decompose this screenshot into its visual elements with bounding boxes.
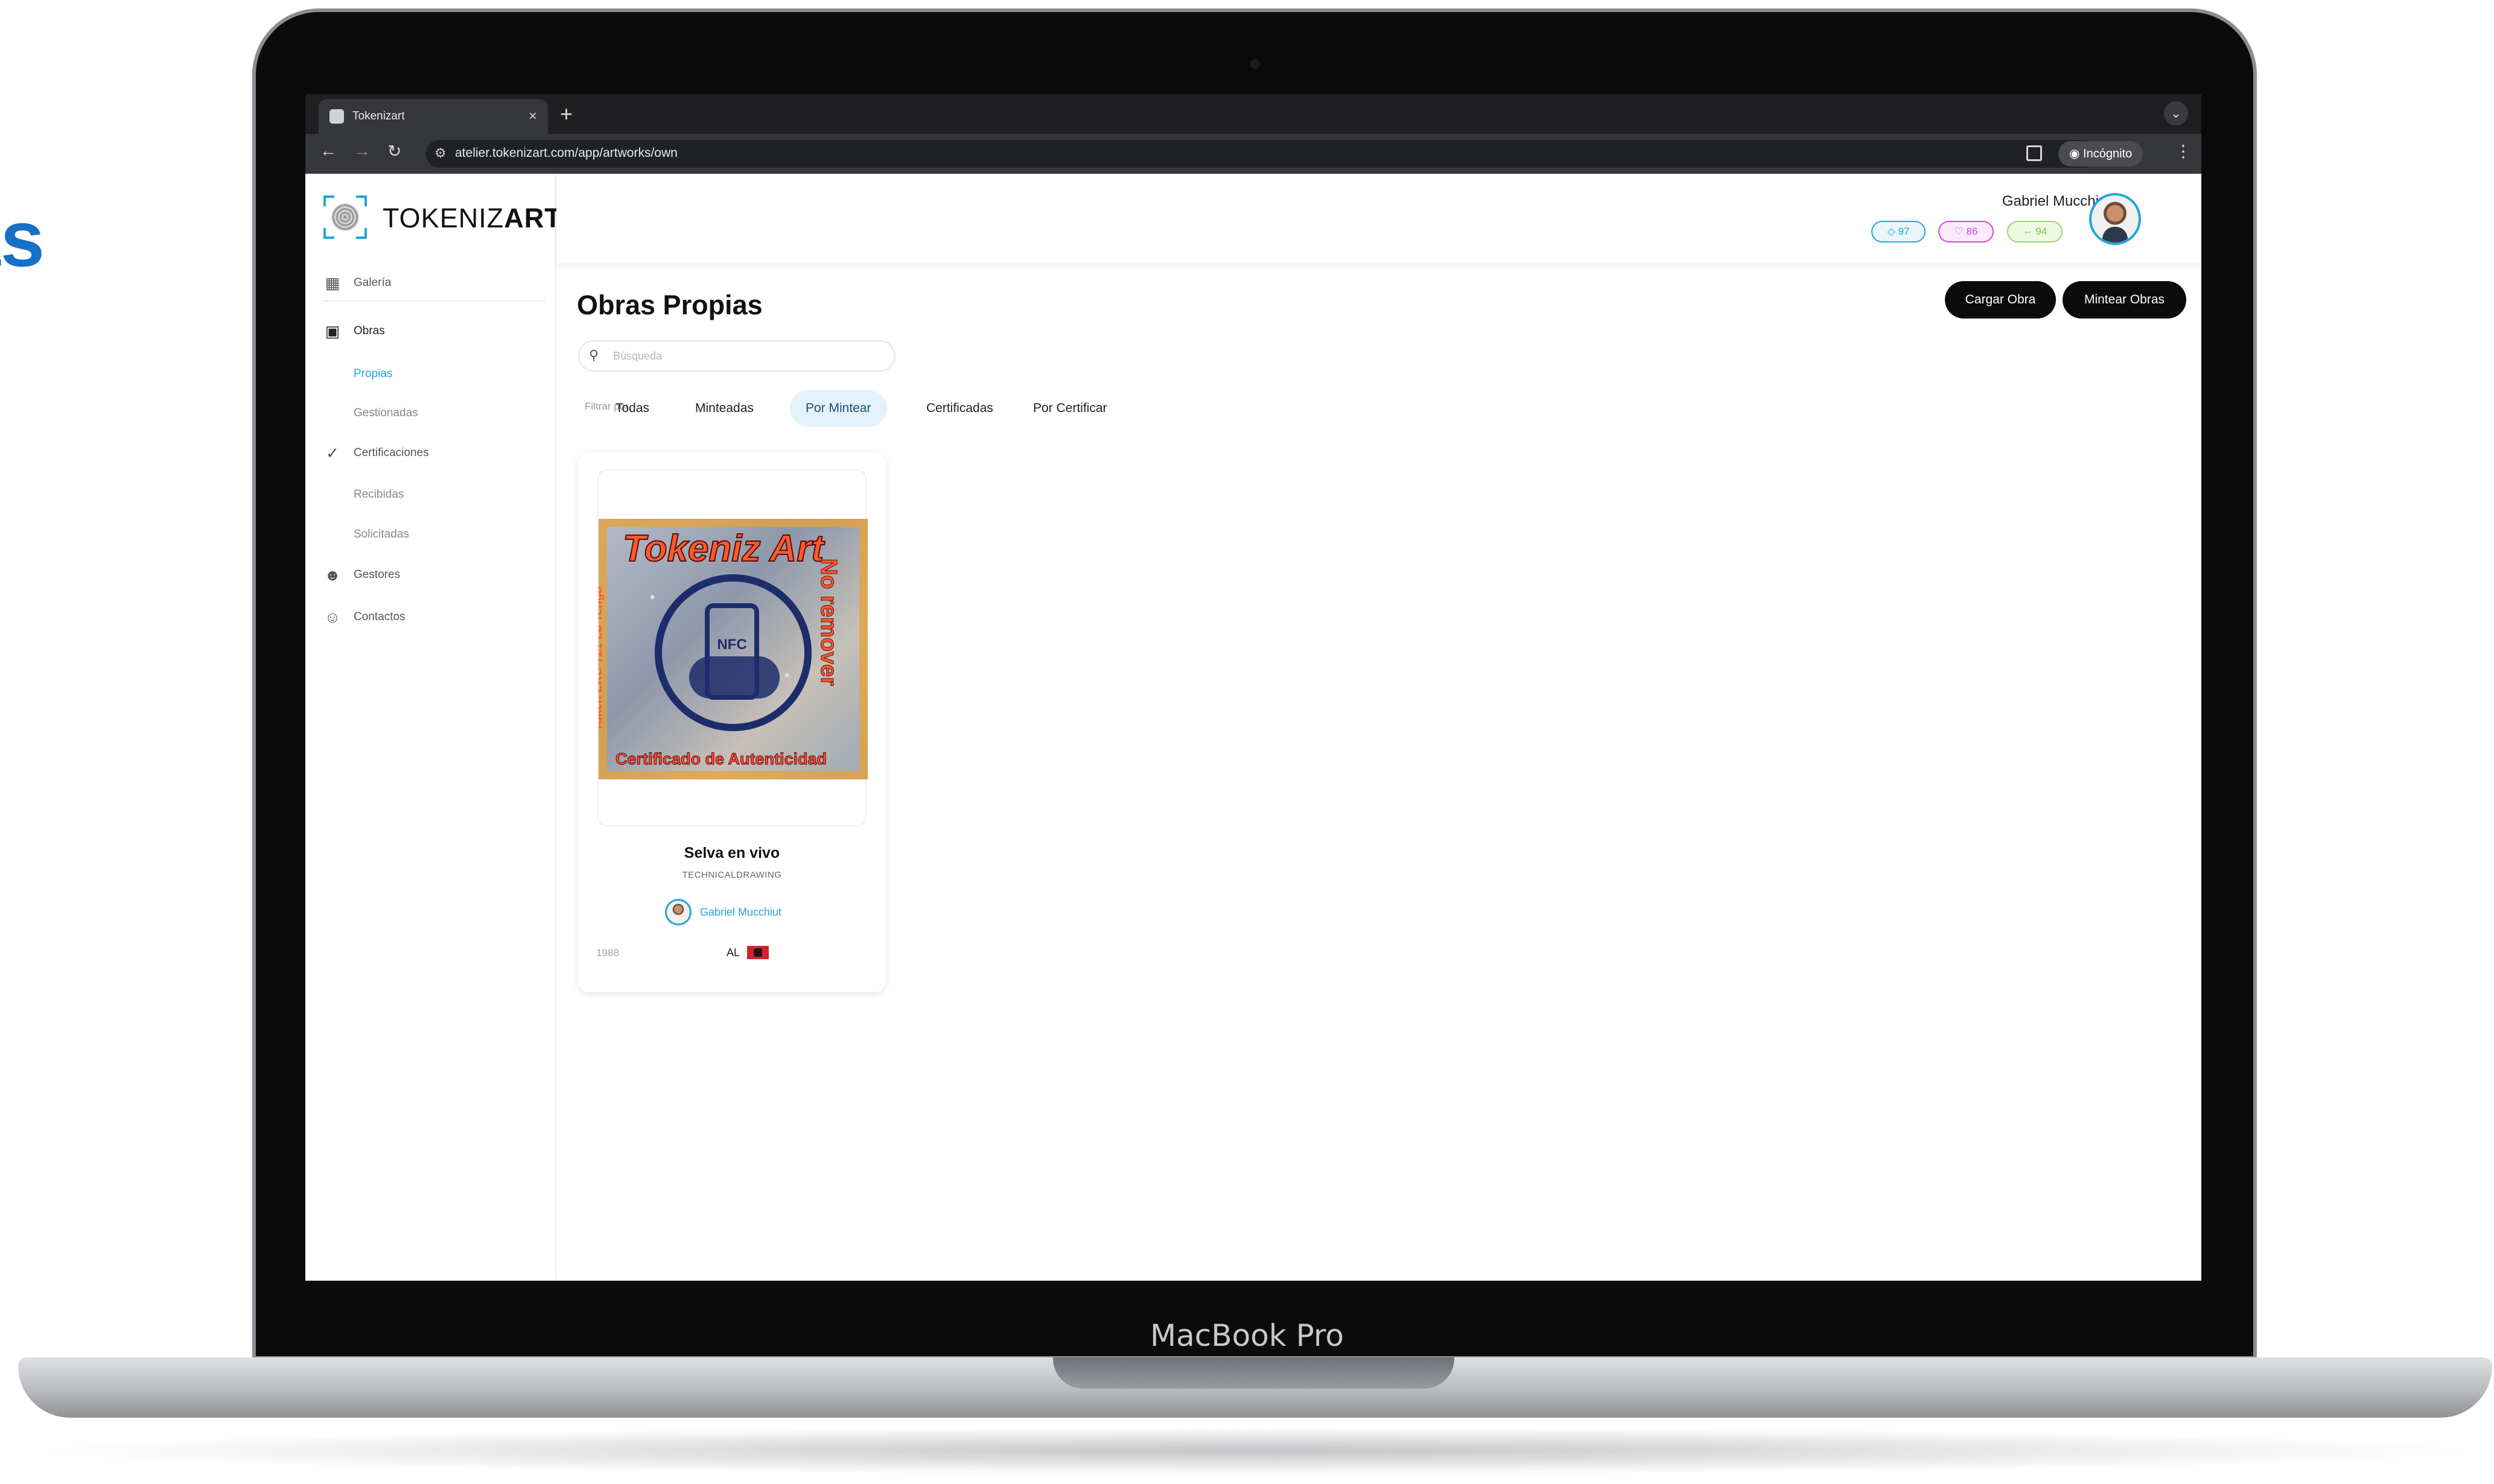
sidebar: TOKENIZART ▦ Galería ▣ Obras Propias Ges… — [305, 174, 561, 1281]
address-bar[interactable]: ⚙ atelier.tokenizart.com/app/artworks/ow… — [426, 140, 2098, 168]
sidebar-item-label: Contactos — [354, 610, 406, 623]
search-placeholder: Búsqueda — [613, 350, 663, 362]
counter-value: 86 — [1966, 226, 1978, 237]
sidebar-item-label: Certificaciones — [354, 446, 429, 459]
forward-icon[interactable]: → — [354, 141, 371, 160]
mint-artworks-button[interactable]: Mintear Obras — [2063, 281, 2186, 319]
author-name: Gabriel Mucchiut — [700, 905, 782, 918]
author-avatar — [665, 899, 692, 925]
counter-badge-blue: ◇ 97 — [1871, 221, 1926, 243]
side-heading-line2: ar — [0, 275, 45, 355]
top-bar: Gabriel Mucchiut ◇ 97 ♡ 86 ⇔ 94 — [556, 174, 2201, 263]
sidebar-item-certificaciones[interactable]: ✓ Certificaciones — [323, 444, 429, 462]
artwork-image[interactable]: NFC Tokeniz Art Token ERC-721 Lo Tengo N… — [599, 519, 868, 779]
address-url[interactable]: atelier.tokenizart.com/app/artworks/own — [455, 146, 678, 160]
menu-kebab-icon[interactable]: ⋮ — [2175, 141, 2192, 161]
counter-badge-pink: ♡ 86 — [1938, 221, 1994, 243]
grid-icon: ▦ — [325, 273, 340, 292]
tab-close-icon[interactable]: × — [529, 108, 537, 125]
logo-text-light: TOKENIZ — [383, 203, 504, 233]
artwork-image-frame[interactable]: NFC Tokeniz Art Token ERC-721 Lo Tengo N… — [597, 469, 868, 826]
artwork-image-bottom-text: Certificado de Autenticidad — [615, 750, 827, 769]
search-input[interactable]: ⚲ Búsqueda — [578, 340, 895, 372]
counter-value: 94 — [2035, 226, 2047, 237]
artwork-title[interactable]: Selva en vivo — [578, 845, 886, 862]
filter-por-mintear[interactable]: Por Mintear — [790, 390, 887, 427]
new-tab-button[interactable]: + — [560, 99, 573, 129]
incognito-badge[interactable]: ◉ Incógnito — [2058, 141, 2143, 166]
artwork-author[interactable]: Gabriel Mucchiut — [665, 899, 781, 925]
avatar[interactable] — [2089, 193, 2141, 245]
sidebar-item-obras[interactable]: ▣ Obras — [323, 322, 385, 340]
sidebar-divider — [322, 300, 546, 302]
side-heading: pias ar — [0, 199, 45, 355]
stage: pias ar Tokenizart × + ⌄ ← → ↻ ⚙ atelier… — [0, 0, 2494, 1484]
fingerprint-icon — [331, 203, 359, 231]
user-check-icon: ☻ — [324, 565, 341, 584]
filter-certificadas[interactable]: Certificadas — [911, 390, 1009, 427]
sidebar-item-contactos[interactable]: ☺ Contactos — [323, 608, 406, 626]
artwork-image-right-text: No remover — [815, 558, 841, 687]
tab-title: Tokenizart — [352, 110, 405, 122]
sidebar-item-galeria[interactable]: ▦ Galería — [323, 273, 392, 292]
browser-toolbar: ← → ↻ ⚙ atelier.tokenizart.com/app/artwo… — [305, 134, 2201, 174]
incognito-icon: ◉ — [2069, 147, 2084, 160]
counter-badge-green: ⇔ 94 — [2007, 221, 2063, 243]
reload-icon[interactable]: ↻ — [387, 141, 401, 161]
search-icon: ⚲ — [589, 347, 599, 363]
logo-icon — [323, 195, 367, 239]
webcam — [1250, 59, 1260, 69]
sidebar-item-solicitadas[interactable]: Solicitadas — [354, 528, 409, 541]
side-panel-icon[interactable] — [2026, 145, 2042, 161]
counter-value: 97 — [1898, 226, 1910, 237]
image-icon: ▣ — [325, 322, 340, 340]
app: TOKENIZART ▦ Galería ▣ Obras Propias Ges… — [305, 174, 2201, 1281]
check-circle-icon: ✓ — [326, 443, 339, 462]
page-title: Obras Propias — [577, 290, 763, 320]
artwork-country: AL — [727, 946, 769, 959]
filter-minteadas[interactable]: Minteadas — [679, 390, 769, 427]
incognito-label: Incógnito — [2083, 147, 2133, 160]
artwork-image-left-text: Token ERC-721 Lo Tengo — [599, 586, 605, 731]
back-icon[interactable]: ← — [320, 141, 337, 160]
sidebar-item-recibidas[interactable]: Recibidas — [354, 488, 404, 501]
logo-text: TOKENIZART — [383, 203, 562, 234]
artwork-image-nfc-text: NFC — [717, 636, 747, 653]
laptop-screen: Tokenizart × + ⌄ ← → ↻ ⚙ atelier.tokeniz… — [305, 94, 2201, 1281]
artwork-category: TECHNICALDRAWING — [682, 870, 782, 880]
sidebar-item-label: Obras — [354, 325, 385, 337]
logo-text-bold: ART — [504, 203, 562, 233]
laptop-shadow — [24, 1427, 2486, 1475]
browser-tab[interactable]: Tokenizart × — [319, 99, 548, 134]
sidebar-item-propias[interactable]: Propias — [354, 367, 392, 381]
favicon-icon — [329, 109, 344, 124]
laptop-notch — [1053, 1357, 1454, 1389]
users-icon: ☺ — [324, 607, 341, 626]
upload-artwork-button[interactable]: Cargar Obra — [1945, 281, 2056, 319]
artwork-card[interactable]: NFC Tokeniz Art Token ERC-721 Lo Tengo N… — [578, 452, 886, 992]
albania-flag-icon — [747, 946, 769, 959]
artwork-year: 1988 — [596, 947, 619, 959]
tab-search-chevron-icon[interactable]: ⌄ — [2164, 101, 2188, 125]
sidebar-item-label: Galería — [354, 276, 392, 289]
sidebar-item-label: Gestores — [354, 568, 401, 581]
sidebar-item-gestionadas[interactable]: Gestionadas — [354, 407, 418, 420]
country-code: AL — [727, 946, 740, 959]
side-heading-line1: pias — [0, 194, 45, 283]
artwork-image-top-text: Tokeniz Art — [622, 527, 824, 570]
macbook-label: MacBook Pro — [1150, 1318, 1344, 1353]
filter-todas[interactable]: Todas — [600, 390, 665, 427]
browser-tabbar: Tokenizart × + ⌄ — [305, 94, 2201, 134]
filter-por-certificar[interactable]: Por Certificar — [1017, 390, 1123, 427]
sidebar-item-gestores[interactable]: ☻ Gestores — [323, 566, 400, 584]
site-settings-icon[interactable]: ⚙ — [434, 145, 447, 161]
